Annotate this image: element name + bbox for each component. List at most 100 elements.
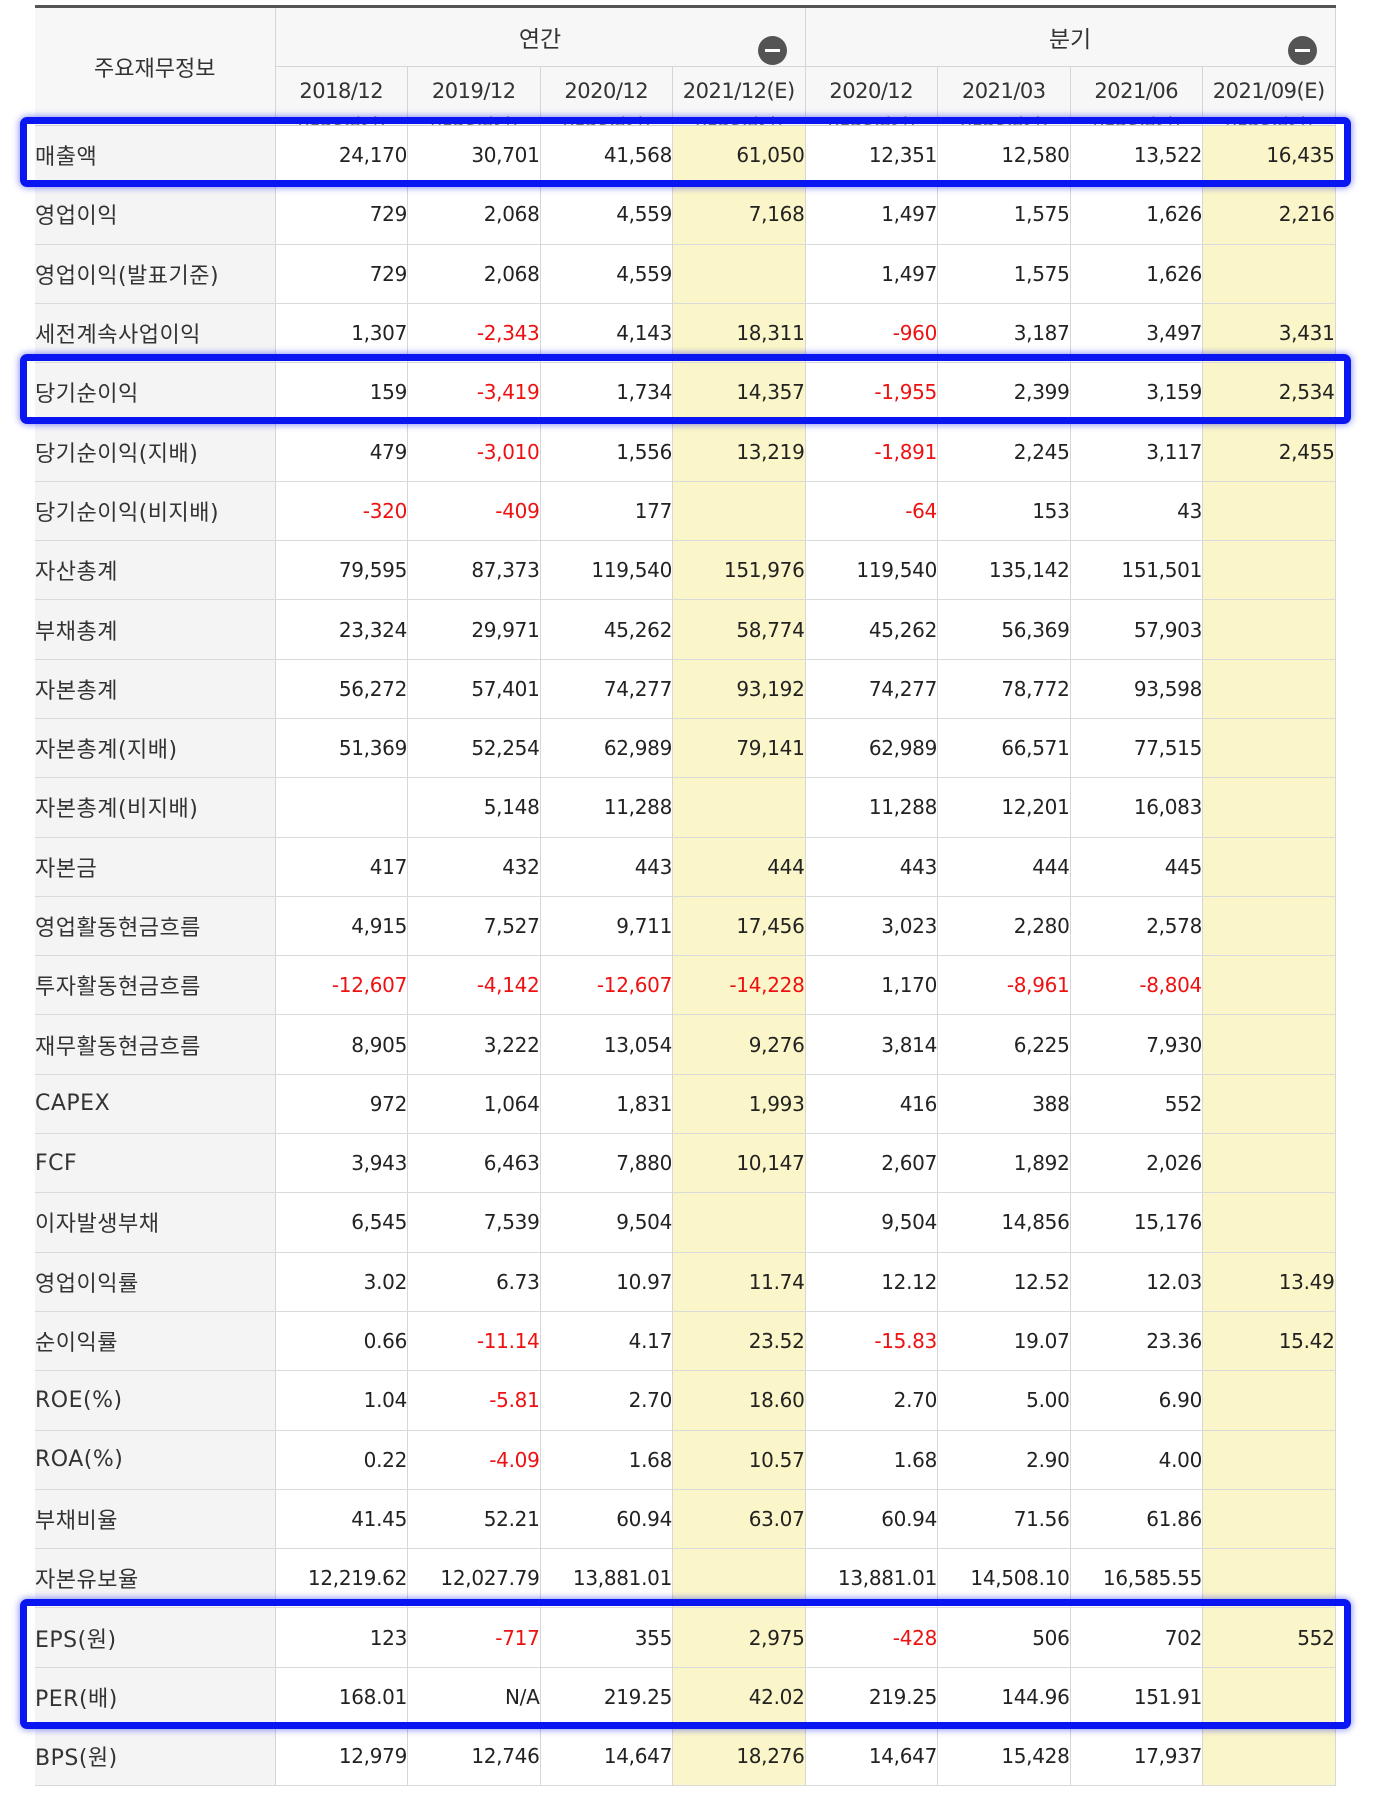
period-type: (IFRS연결) [806, 111, 937, 125]
cell-value: 2.70 [805, 1370, 938, 1431]
cell-value: 123 [275, 1607, 408, 1668]
row-label: 부채총계 [35, 599, 276, 660]
cell-value: 6,545 [275, 1192, 408, 1253]
cell-value: 2.70 [540, 1370, 673, 1431]
period-date: 2021/06 [1094, 79, 1179, 103]
cell-value: 12.03 [1070, 1252, 1203, 1312]
cell-value: 23.52 [672, 1311, 806, 1372]
cell-value [1202, 1014, 1336, 1075]
cell-value: 58,774 [672, 599, 806, 660]
cell-value: 60.94 [805, 1489, 938, 1550]
cell-value: -1,891 [805, 421, 938, 482]
cell-value: -3,419 [407, 362, 541, 423]
cell-value: -320 [275, 481, 408, 542]
cell-value: 2.90 [937, 1430, 1071, 1490]
cell-value: 12,580 [937, 125, 1071, 186]
row-label: 영업이익 [35, 184, 276, 245]
collapse-quarter-icon[interactable] [1287, 36, 1317, 65]
cell-value: 14,647 [540, 1726, 673, 1787]
period-date: 2021/03 [961, 79, 1046, 103]
cell-value: 479 [275, 421, 408, 482]
cell-value [1202, 1667, 1336, 1728]
cell-value: 79,141 [672, 718, 806, 779]
cell-value: -11.14 [407, 1311, 541, 1372]
cell-value: 2,216 [1202, 184, 1336, 245]
table-row: CAPEX 972 1,064 1,831 1,993 416 388 552 [35, 1074, 1336, 1135]
cell-value: 444 [672, 837, 806, 897]
cell-value: 3,023 [805, 896, 938, 957]
period-type: (IFRS연결) [276, 111, 407, 125]
cell-value: 2,068 [407, 244, 541, 304]
cell-value: -3,010 [407, 421, 541, 482]
cell-value: -8,961 [937, 955, 1071, 1016]
cell-value: 14,856 [937, 1192, 1071, 1253]
collapse-annual-icon[interactable] [757, 36, 787, 65]
cell-value: 18,311 [672, 303, 806, 364]
row-label: 자본총계 [35, 659, 276, 719]
cell-value: 12.52 [937, 1252, 1071, 1312]
cell-value: 3,431 [1202, 303, 1336, 364]
table-row: PER(배) 168.01 N/A 219.25 42.02 219.25 144.96 15… [35, 1667, 1336, 1728]
row-label: 이자발생부채 [35, 1192, 276, 1253]
cell-value: 6,225 [937, 1014, 1071, 1075]
cell-value: 56,272 [275, 659, 408, 719]
cell-value: 24,170 [275, 125, 408, 186]
period-header: 2021/09(E) (IFRS연결) [1202, 66, 1336, 126]
cell-value: 177 [540, 481, 673, 542]
cell-value: 93,598 [1070, 659, 1203, 719]
cell-value: 3,814 [805, 1014, 938, 1075]
table-row: 영업이익 729 2,068 4,559 7,168 1,497 1,575 1,626 2,2… [35, 184, 1336, 245]
cell-value: 66,571 [937, 718, 1071, 779]
cell-value: 702 [1070, 1607, 1203, 1668]
cell-value: 2,280 [937, 896, 1071, 957]
cell-value [1202, 244, 1336, 304]
cell-value: 7,930 [1070, 1014, 1203, 1075]
cell-value: -717 [407, 1607, 541, 1668]
cell-value [672, 1548, 806, 1609]
cell-value: 1,170 [805, 955, 938, 1016]
cell-value: 0.66 [275, 1311, 408, 1372]
cell-value: 1,734 [540, 362, 673, 423]
table-row: 부채총계 23,324 29,971 45,262 58,774 45,262 56,369… [35, 599, 1336, 660]
cell-value: 29,971 [407, 599, 541, 660]
cell-value: 2,975 [672, 1607, 806, 1668]
cell-value: -5.81 [407, 1370, 541, 1431]
cell-value: 119,540 [805, 540, 938, 601]
cell-value: 23,324 [275, 599, 408, 660]
cell-value: 16,585.55 [1070, 1548, 1203, 1609]
cell-value: 151,976 [672, 540, 806, 601]
cell-value: 5,148 [407, 777, 541, 838]
cell-value: 43 [1070, 481, 1203, 542]
cell-value: 51,369 [275, 718, 408, 779]
cell-value: 77,515 [1070, 718, 1203, 779]
row-label: 자본총계(비지배) [35, 777, 276, 838]
cell-value: 78,772 [937, 659, 1071, 719]
cell-value: 15.42 [1202, 1311, 1336, 1372]
cell-value: 56,369 [937, 599, 1071, 660]
cell-value: 13,522 [1070, 125, 1203, 186]
row-label: 부채비율 [35, 1489, 276, 1550]
cell-value: 62,989 [540, 718, 673, 779]
cell-value: 11.74 [672, 1252, 806, 1312]
cell-value: 12,201 [937, 777, 1071, 838]
cell-value: -8,804 [1070, 955, 1203, 1016]
cell-value: 144.96 [937, 1667, 1071, 1728]
cell-value: 16,435 [1202, 125, 1336, 186]
cell-value: 119,540 [540, 540, 673, 601]
cell-value: 552 [1202, 1607, 1336, 1668]
cell-value: 552 [1070, 1074, 1203, 1135]
row-label: 자본총계(지배) [35, 718, 276, 779]
cell-value: 11,288 [805, 777, 938, 838]
header-group-row: 주요재무정보 연간 분기 [35, 5, 1336, 126]
cell-value: 17,937 [1070, 1726, 1203, 1787]
group-quarter: 분기 [805, 5, 1336, 67]
cell-value: 74,277 [805, 659, 938, 719]
period-date: 2020/12 [564, 79, 649, 103]
row-label: 재무활동현금흐름 [35, 1014, 276, 1075]
cell-value: 8,905 [275, 1014, 408, 1075]
cell-value [1202, 777, 1336, 838]
cell-value: 10.97 [540, 1252, 673, 1312]
cell-value: -428 [805, 1607, 938, 1668]
cell-value: 12,746 [407, 1726, 541, 1787]
cell-value: 12,219.62 [275, 1548, 408, 1609]
